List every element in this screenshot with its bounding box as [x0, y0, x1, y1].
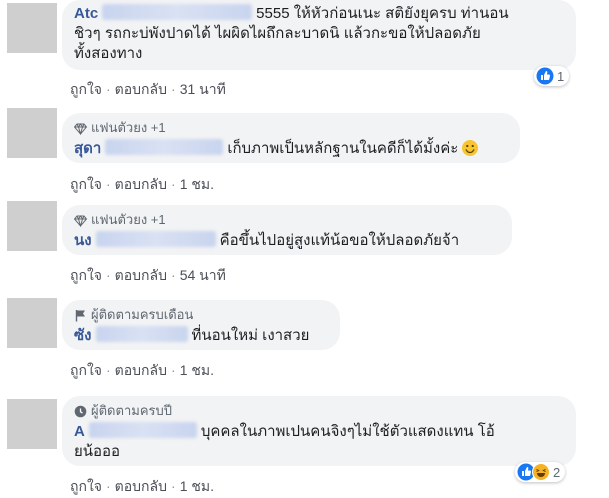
avatar[interactable]: [7, 108, 57, 158]
reply-link[interactable]: ตอบกลับ: [115, 362, 167, 378]
badge-label: ผู้ติดตามครบปี: [91, 403, 172, 418]
avatar[interactable]: [7, 201, 57, 251]
comment-text-line: ชิวๆ รถกะบ่พังปาดได้ ไผผิดไผถึกละบาดนิ แ…: [74, 25, 481, 42]
timestamp[interactable]: 31 นาที: [180, 81, 226, 97]
comment-text: ที่นอนใหม่ เงาสวย: [191, 327, 310, 344]
timestamp[interactable]: 1 ชม.: [180, 478, 214, 494]
comment-text: เก็บภาพเป็นหลักฐานในคดีก็ได้มั้งค่ะ: [227, 140, 459, 157]
badge-label: ผู้ติดตามครบเดือน: [91, 307, 194, 322]
fan-badge: แฟนตัวยง +1: [74, 211, 500, 229]
comment-actions: ถูกใจ · ตอบกลับ · 1 ชม.: [70, 362, 214, 378]
redacted-name: [105, 139, 224, 155]
diamond-icon: [74, 214, 87, 227]
comment-text-line: ยน้อออ: [74, 443, 121, 460]
comment-actions: ถูกใจ · ตอบกลับ · 31 นาที: [70, 81, 226, 97]
fan-badge: แฟนตัวยง +1: [74, 119, 508, 137]
comment-actions: ถูกใจ · ตอบกลับ · 1 ชม.: [70, 176, 214, 192]
comment-bubble: ผู้ติดตามครบเดือน ซัง ที่นอนใหม่ เงาสวย: [62, 300, 340, 350]
subscriber-badge: ผู้ติดตามครบเดือน: [74, 306, 328, 324]
like-link[interactable]: ถูกใจ: [70, 267, 102, 283]
like-reaction-icon: [536, 67, 554, 85]
haha-reaction-icon: [532, 463, 550, 481]
comment-actions: ถูกใจ · ตอบกลับ · 1 ชม.: [70, 478, 214, 494]
comment-text-line: 5555 ให้หัวก่อนเนะ สติยังยุครบ ท่านอน: [256, 5, 509, 22]
clock-badge-icon: [74, 405, 87, 417]
like-link[interactable]: ถูกใจ: [70, 362, 102, 378]
avatar[interactable]: [7, 3, 57, 53]
commenter-name[interactable]: นง: [74, 232, 92, 249]
diamond-icon: [74, 122, 87, 135]
reply-link[interactable]: ตอบกลับ: [115, 478, 167, 494]
reaction-summary[interactable]: 2: [515, 462, 566, 482]
like-link[interactable]: ถูกใจ: [70, 81, 102, 97]
comment-bubble: Atc 5555 ให้หัวก่อนเนะ สติยังยุครบ ท่านอน…: [62, 0, 576, 70]
reply-link[interactable]: ตอบกลับ: [115, 81, 167, 97]
timestamp[interactable]: 1 ชม.: [180, 362, 214, 378]
avatar[interactable]: [7, 399, 57, 449]
commenter-name[interactable]: Atc: [74, 5, 98, 22]
subscriber-badge: ผู้ติดตามครบปี: [74, 402, 564, 420]
timestamp[interactable]: 1 ชม.: [180, 176, 214, 192]
redacted-name: [102, 4, 253, 20]
reply-link[interactable]: ตอบกลับ: [115, 267, 167, 283]
comment-text: คือขึ้นไปอยู่สูงแท้น้อขอให้ปลอดภัยจ้า: [219, 232, 460, 249]
commenter-name[interactable]: ซัง: [74, 327, 92, 344]
timestamp[interactable]: 54 นาที: [180, 267, 226, 283]
reply-link[interactable]: ตอบกลับ: [115, 176, 167, 192]
redacted-name: [95, 326, 188, 342]
comment-text-line: บุคคลในภาพเปนคนจิงๆไม่ใช้ตัวแสดงแทน โอ้: [200, 423, 495, 440]
comment-bubble: แฟนตัวยง +1 นง คือขึ้นไปอยู่สูงแท้น้อขอให…: [62, 205, 512, 255]
comment-bubble: ผู้ติดตามครบปี A บุคคลในภาพเปนคนจิงๆไม่ใช…: [62, 396, 576, 466]
reaction-count: 2: [553, 464, 561, 480]
commenter-name[interactable]: สุดา: [74, 140, 101, 157]
commenter-name[interactable]: A: [74, 423, 85, 440]
reaction-summary[interactable]: 1: [534, 66, 570, 86]
redacted-name: [88, 422, 197, 438]
comment-text-line: ทั้งสองทาง: [74, 45, 143, 62]
comment-actions: ถูกใจ · ตอบกลับ · 54 นาที: [70, 267, 226, 283]
badge-label: แฟนตัวยง +1: [91, 212, 166, 227]
like-link[interactable]: ถูกใจ: [70, 478, 102, 494]
avatar[interactable]: [7, 298, 57, 348]
reaction-count: 1: [557, 68, 565, 84]
smile-emoji-icon: [462, 140, 479, 156]
flag-icon: [75, 309, 85, 321]
comment-bubble: แฟนตัวยง +1 สุดา เก็บภาพเป็นหลักฐานในคดีก…: [62, 113, 520, 163]
badge-label: แฟนตัวยง +1: [91, 120, 166, 135]
like-link[interactable]: ถูกใจ: [70, 176, 102, 192]
redacted-name: [95, 231, 216, 247]
